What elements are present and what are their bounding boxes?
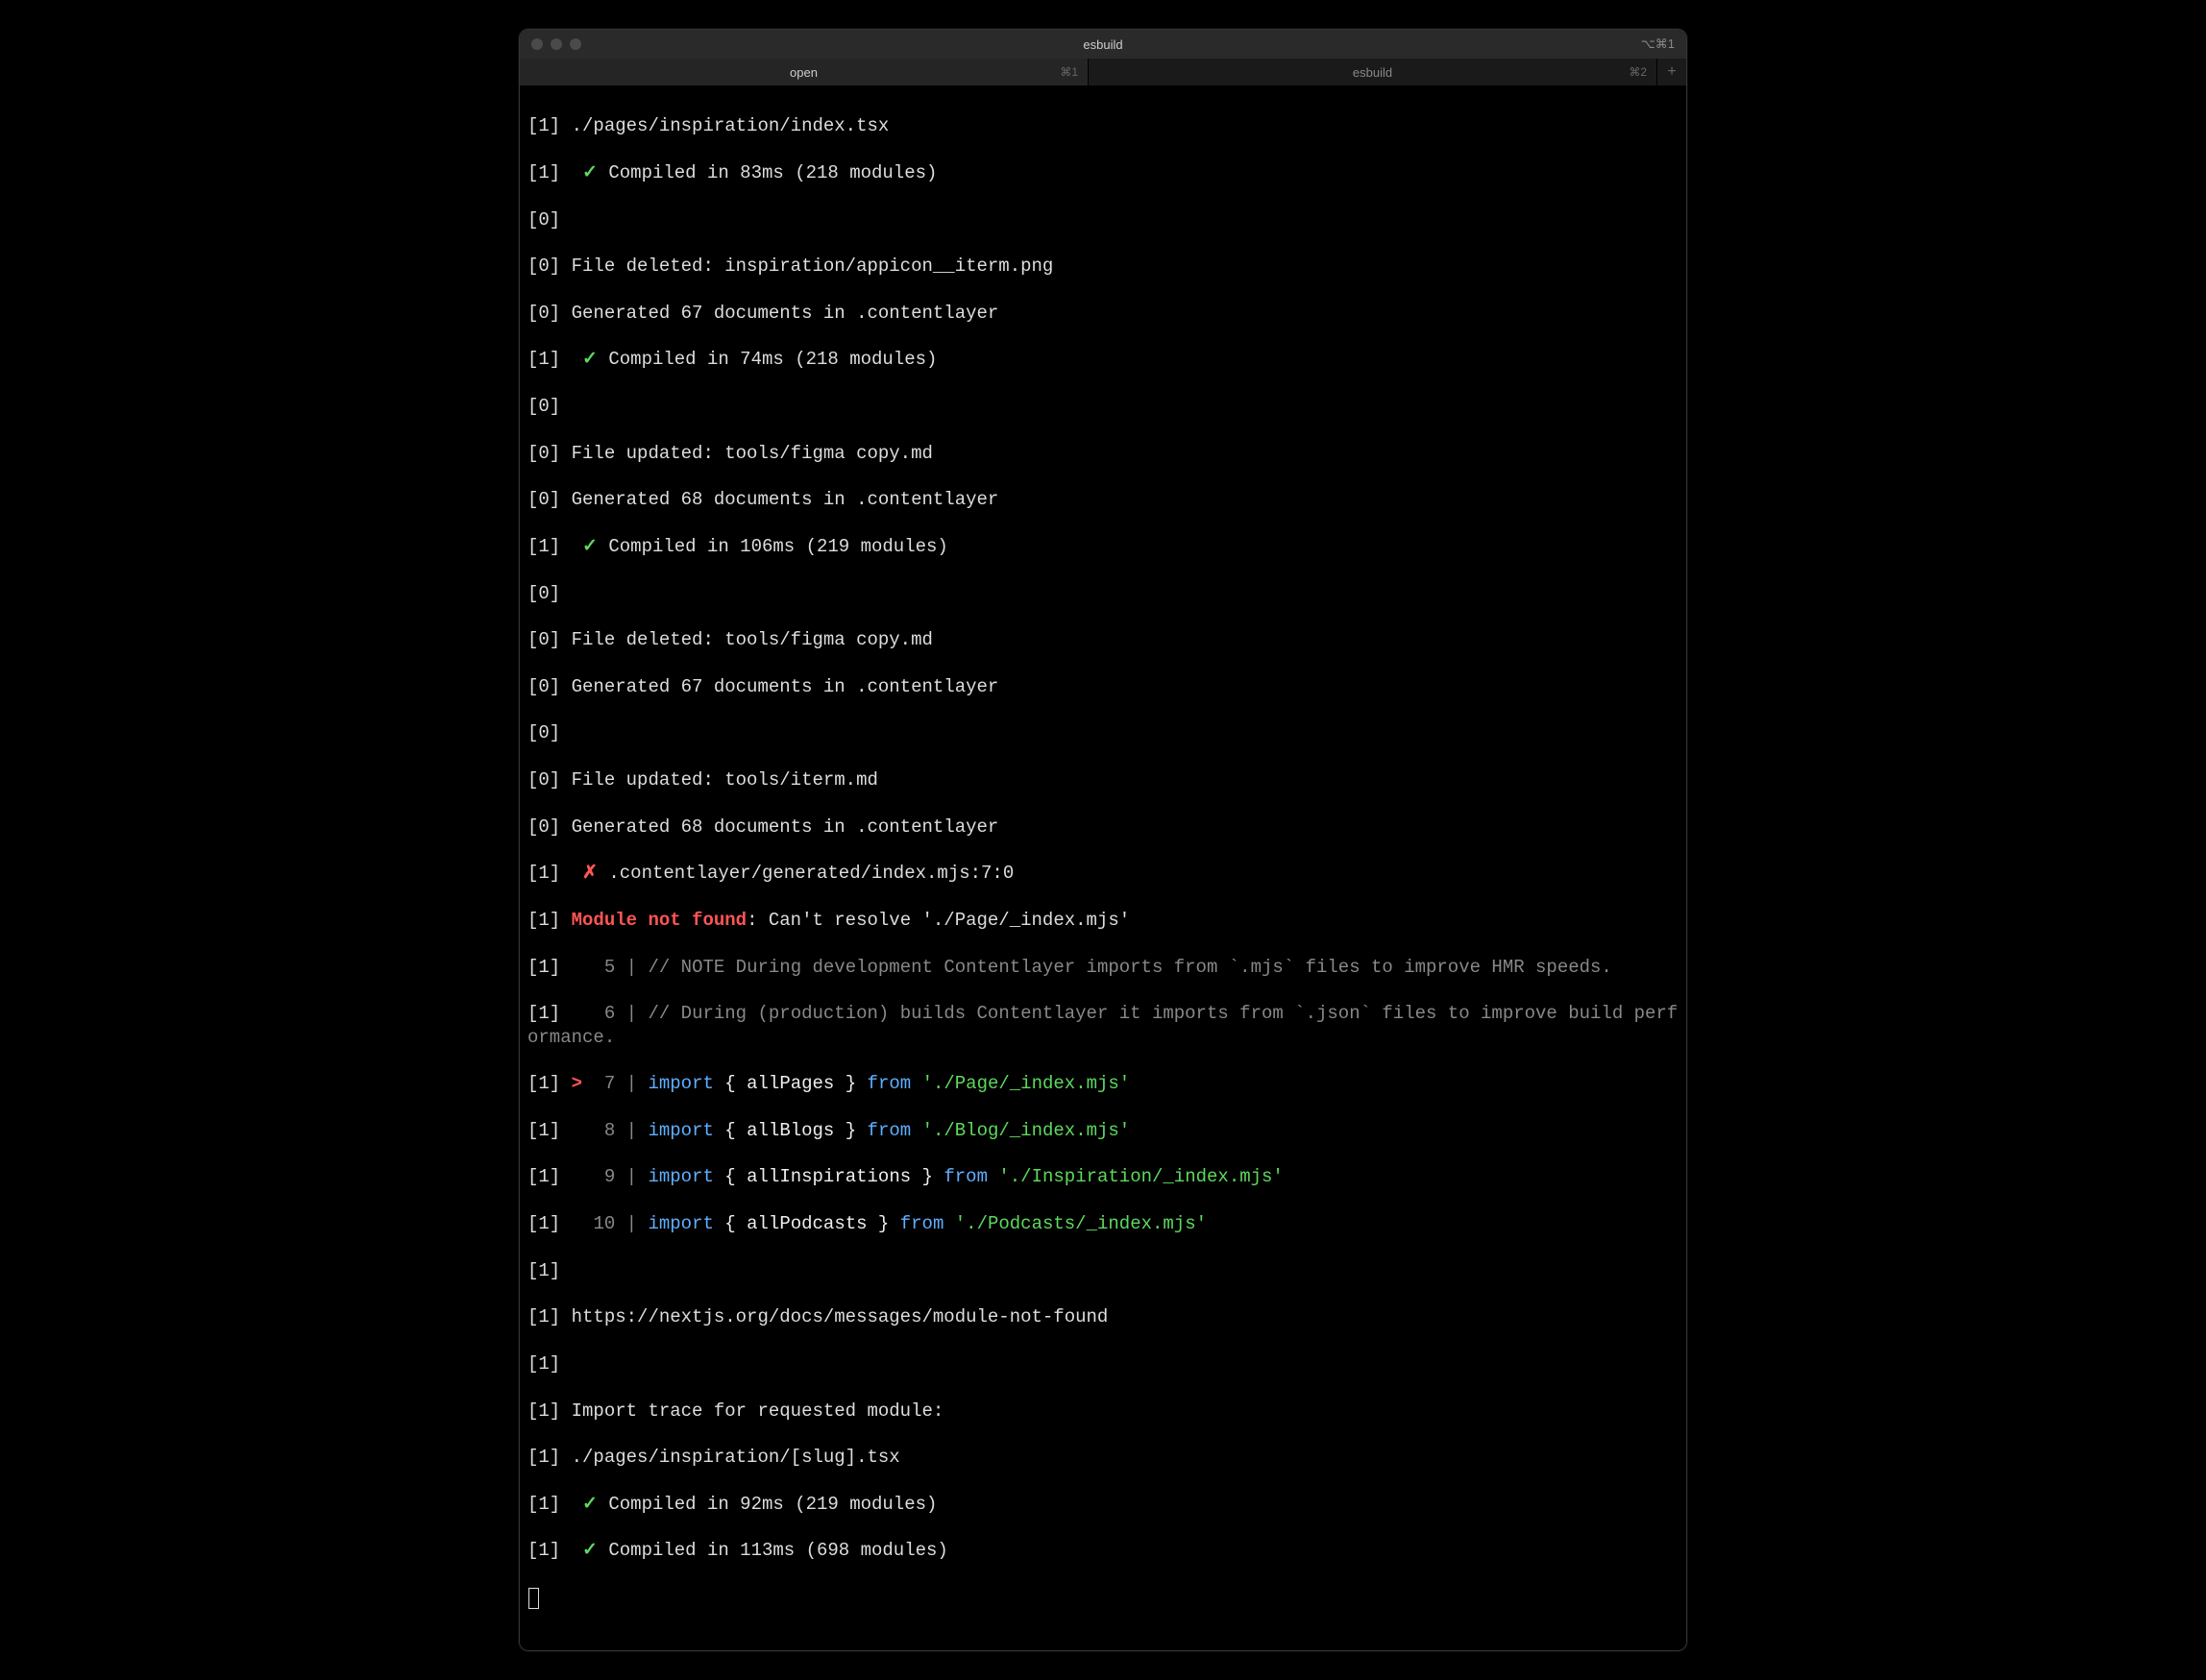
error-line: [1] Module not found: Can't resolve './P…: [527, 909, 1679, 932]
tab-esbuild[interactable]: esbuild ⌘2: [1089, 59, 1657, 85]
log-line: [1] ✓ Compiled in 74ms (218 modules): [527, 348, 1679, 371]
log-line: [1]: [527, 1352, 1679, 1376]
code-context-line: [1] 9 | import { allInspirations } from …: [527, 1165, 1679, 1188]
check-icon: ✓: [582, 1494, 598, 1515]
log-line: [0] Generated 68 documents in .contentla…: [527, 488, 1679, 511]
code-context-line: [1] 6 | // During (production) builds Co…: [527, 1002, 1679, 1049]
tab-open[interactable]: open ⌘1: [520, 59, 1089, 85]
log-line: [1] ✓ Compiled in 106ms (219 modules): [527, 535, 1679, 558]
terminal-output[interactable]: [1] ./pages/inspiration/index.tsx [1] ✓ …: [520, 85, 1686, 1650]
error-caret: >: [572, 1073, 582, 1094]
log-line: [1] ✓ Compiled in 113ms (698 modules): [527, 1539, 1679, 1562]
log-line: [1] ✓ Compiled in 83ms (218 modules): [527, 161, 1679, 184]
check-icon: ✓: [582, 536, 598, 557]
zoom-button[interactable]: [570, 38, 581, 50]
window-title: esbuild: [1083, 37, 1122, 52]
code-context-line: [1] 10 | import { allPodcasts } from './…: [527, 1212, 1679, 1235]
log-line: [0] File updated: tools/iterm.md: [527, 768, 1679, 791]
terminal-window: esbuild ⌥⌘1 open ⌘1 esbuild ⌘2 + [1] ./p…: [519, 29, 1687, 1651]
cross-icon: ✗: [582, 863, 598, 884]
log-line: [0] Generated 68 documents in .contentla…: [527, 816, 1679, 839]
tabbar: open ⌘1 esbuild ⌘2 +: [520, 59, 1686, 85]
tab-shortcut: ⌘1: [1060, 65, 1078, 79]
title-shortcut: ⌥⌘1: [1641, 37, 1675, 52]
log-line: [0] File deleted: tools/figma copy.md: [527, 628, 1679, 651]
log-line: [0] Generated 67 documents in .contentla…: [527, 302, 1679, 325]
check-icon: ✓: [582, 1540, 598, 1561]
log-line: [0]: [527, 208, 1679, 231]
cursor: [528, 1588, 539, 1609]
log-line: [1] ✗ .contentlayer/generated/index.mjs:…: [527, 862, 1679, 885]
log-line: [1] Import trace for requested module:: [527, 1400, 1679, 1423]
code-context-line: [1] 8 | import { allBlogs } from './Blog…: [527, 1119, 1679, 1142]
log-line: [1] ./pages/inspiration/index.tsx: [527, 114, 1679, 137]
log-line: [0] File deleted: inspiration/appicon__i…: [527, 255, 1679, 278]
tab-label: open: [790, 65, 818, 80]
log-line: [0] File updated: tools/figma copy.md: [527, 442, 1679, 465]
titlebar[interactable]: esbuild ⌥⌘1: [520, 30, 1686, 59]
code-context-line: [1] 5 | // NOTE During development Conte…: [527, 956, 1679, 979]
log-line: [1] ./pages/inspiration/[slug].tsx: [527, 1446, 1679, 1469]
tab-label: esbuild: [1353, 65, 1392, 80]
log-line: [1] ✓ Compiled in 92ms (219 modules): [527, 1493, 1679, 1516]
traffic-lights: [531, 38, 581, 50]
tab-shortcut: ⌘2: [1629, 65, 1647, 79]
log-line: [0] Generated 67 documents in .contentla…: [527, 675, 1679, 698]
minimize-button[interactable]: [551, 38, 562, 50]
check-icon: ✓: [582, 349, 598, 370]
log-line: [0]: [527, 721, 1679, 744]
log-line: [0]: [527, 395, 1679, 418]
log-line: [1] https://nextjs.org/docs/messages/mod…: [527, 1305, 1679, 1328]
new-tab-button[interactable]: +: [1657, 59, 1686, 85]
code-error-line: [1] > 7 | import { allPages } from './Pa…: [527, 1072, 1679, 1095]
check-icon: ✓: [582, 162, 598, 183]
log-line: [0]: [527, 582, 1679, 605]
log-line: [1]: [527, 1259, 1679, 1282]
close-button[interactable]: [531, 38, 543, 50]
